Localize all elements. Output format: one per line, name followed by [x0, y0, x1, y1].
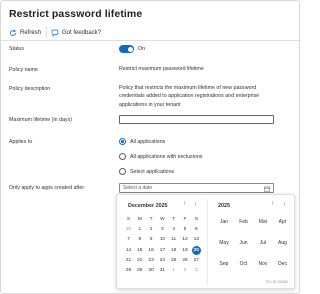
day-cell[interactable]: 22 — [134, 256, 145, 265]
max-lifetime-input[interactable] — [119, 115, 274, 124]
date-placeholder: Select a date — [123, 185, 153, 191]
weekday-header: M — [137, 217, 142, 222]
weekday-header: T — [149, 217, 153, 222]
page-title: Restrict password lifetime — [9, 8, 143, 20]
day-cell[interactable]: 30 — [146, 266, 157, 275]
radio-label: All applications — [130, 138, 166, 145]
month-cell[interactable]: Oct — [234, 261, 254, 267]
day-cell[interactable]: 16 — [146, 246, 157, 255]
month-cell[interactable]: Apr — [273, 219, 293, 225]
day-cell[interactable]: 25 — [168, 256, 179, 265]
date-picker-input[interactable]: Select a date — [119, 183, 274, 193]
day-cell[interactable]: 30 — [123, 225, 134, 234]
day-cell[interactable]: 15 — [134, 246, 145, 255]
refresh-icon — [10, 29, 16, 36]
radio-all-applications[interactable]: All applications — [119, 138, 165, 145]
day-cell[interactable]: 27 — [191, 256, 202, 265]
status-value: On — [138, 46, 146, 52]
day-cell[interactable]: 26 — [180, 256, 191, 265]
policy-description-value: Policy that restricts the maximum lifeti… — [119, 85, 260, 108]
day-cell[interactable]: 3 — [191, 266, 202, 275]
month-cell[interactable]: Sep — [214, 261, 234, 267]
day-cell[interactable]: 5 — [180, 225, 191, 234]
apply-only-label: Only apply to apps created after — [9, 185, 85, 191]
radio-all-with-exclusions[interactable]: All applications with exclusions — [119, 153, 202, 160]
next-year-arrow-icon[interactable]: ↓ — [283, 201, 286, 207]
status-toggle[interactable] — [119, 45, 134, 53]
day-cell[interactable]: 4 — [168, 225, 179, 234]
toolbar: Refresh Got feedback? — [1, 24, 301, 41]
status-label: Status — [9, 46, 25, 52]
next-month-arrow-icon[interactable]: ↓ — [194, 201, 197, 207]
day-cell[interactable]: 17 — [157, 246, 168, 255]
month-cell[interactable]: Jan — [214, 219, 234, 225]
day-cell[interactable]: 13 — [191, 235, 202, 244]
policy-name-label: Policy name — [9, 67, 38, 73]
day-cell[interactable]: 18 — [168, 246, 179, 255]
month-cell[interactable]: Dec — [273, 261, 293, 267]
day-cell[interactable]: 11 — [168, 235, 179, 244]
day-cell[interactable]: 12 — [180, 235, 191, 244]
day-cell[interactable]: 8 — [134, 235, 145, 244]
radio-select-applications[interactable]: Select applications — [119, 168, 174, 175]
day-cell[interactable]: 3 — [157, 225, 168, 234]
refresh-label: Refresh — [20, 29, 42, 36]
day-cell[interactable]: 10 — [157, 235, 168, 244]
year-title: 2025 — [218, 203, 230, 209]
feedback-label: Got feedback? — [62, 29, 102, 36]
date-picker-popup: December 2025 ↑ ↓ S M T W T F S 30 1 2 3 4 5 6 7 8 9 10 11… — [116, 194, 295, 289]
day-cell[interactable]: 29 — [134, 266, 145, 275]
day-cell[interactable]: 2 — [180, 266, 191, 275]
radio-label: All applications with exclusions — [130, 153, 203, 160]
policy-panel: Restrict password lifetime Refresh Got f… — [0, 0, 301, 294]
calendar-icon[interactable] — [264, 185, 270, 192]
day-cell[interactable]: 1 — [134, 225, 145, 234]
day-cell[interactable]: 31 — [157, 266, 168, 275]
day-cell[interactable]: 9 — [146, 235, 157, 244]
day-cell[interactable]: 14 — [123, 246, 134, 255]
feedback-button[interactable]: Got feedback? — [51, 27, 101, 38]
applies-to-label: Applies to — [9, 139, 33, 145]
prev-year-arrow-icon[interactable]: ↑ — [271, 201, 274, 207]
month-cell[interactable]: Mar — [253, 219, 273, 225]
policy-description-label: Policy description — [9, 86, 51, 92]
prev-month-arrow-icon[interactable]: ↑ — [183, 201, 186, 207]
month-cell[interactable]: Jun — [234, 240, 254, 246]
day-cell[interactable]: 2 — [146, 225, 157, 234]
day-cell[interactable]: 28 — [123, 266, 134, 275]
refresh-button[interactable]: Refresh — [9, 27, 41, 38]
go-to-today-link[interactable]: Go to today — [266, 279, 288, 284]
weekday-header: T — [172, 217, 176, 222]
day-cell[interactable]: 23 — [146, 256, 157, 265]
radio-circle — [119, 168, 126, 175]
day-cell[interactable]: 21 — [123, 256, 134, 265]
weekday-header: S — [126, 217, 131, 222]
month-cell[interactable]: Nov — [253, 261, 273, 267]
weekday-header: F — [183, 217, 187, 222]
weekday-header: S — [194, 217, 198, 222]
radio-circle — [119, 153, 126, 160]
calendar-divider — [207, 199, 208, 285]
day-cell[interactable]: 19 — [180, 246, 191, 255]
month-cell[interactable]: Aug — [273, 240, 293, 246]
radio-label: Select applications — [130, 168, 175, 175]
month-cell[interactable]: Jul — [253, 240, 273, 246]
day-cell[interactable]: 1 — [168, 266, 179, 275]
max-lifetime-label: Maximum lifetime (in days) — [9, 117, 72, 123]
feedback-icon — [51, 29, 59, 37]
toolbar-divider — [46, 27, 47, 38]
day-cell-today[interactable]: 20 — [191, 245, 201, 255]
weekday-header: W — [160, 217, 165, 222]
month-cell[interactable]: May — [214, 240, 234, 246]
month-cell[interactable]: Feb — [234, 219, 254, 225]
radio-circle — [119, 138, 126, 145]
day-cell[interactable]: 24 — [157, 256, 168, 265]
day-cell[interactable]: 6 — [191, 225, 202, 234]
policy-name-value: Restrict maximum password lifetime — [119, 66, 204, 72]
day-cell[interactable]: 7 — [123, 235, 134, 244]
month-title: December 2025 — [128, 203, 168, 209]
